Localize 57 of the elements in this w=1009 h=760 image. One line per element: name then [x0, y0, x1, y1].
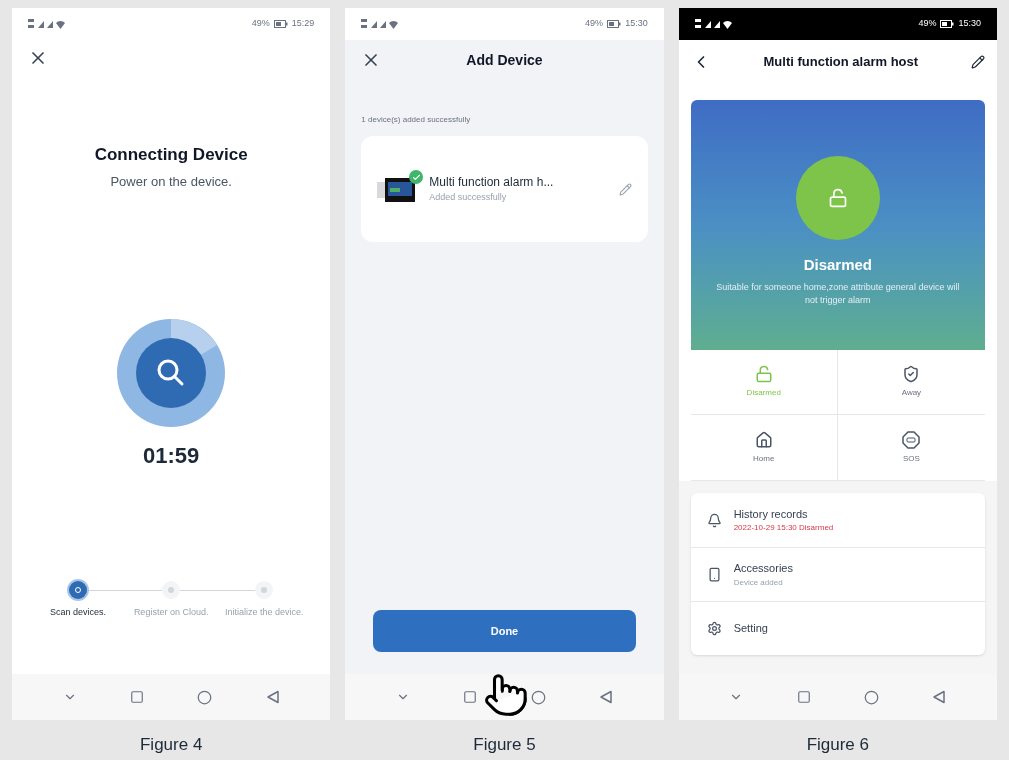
mode-tile[interactable]: SOS — [837, 415, 985, 480]
menu-item-title: Accessories — [733, 561, 793, 577]
step-label: Scan devices. — [50, 606, 106, 618]
menu-item-subtitle: Device added — [733, 576, 784, 589]
home-icon[interactable] — [197, 689, 213, 705]
battery-percent: 49% — [918, 17, 937, 31]
added-count-text: 1 device(s) added successfully — [360, 114, 472, 126]
menu-item[interactable]: Accessories Device added — [690, 547, 985, 601]
battery-icon — [607, 20, 622, 28]
settings-icon — [706, 621, 722, 636]
house-icon — [754, 430, 773, 449]
sos-icon — [902, 430, 921, 449]
status-title: Disarmed — [803, 255, 872, 275]
menu-item-title: History records — [733, 506, 809, 522]
menu-item-subtitle: 2022-10-29 15:30 Disarmed — [733, 522, 834, 535]
edit-icon[interactable] — [970, 55, 985, 69]
screen-title: Multi function alarm host — [763, 53, 919, 72]
signal-icon — [28, 18, 68, 30]
figure-caption: Figure 4 — [138, 734, 204, 756]
device-icon — [706, 567, 722, 582]
screen-subtitle: Power on the device. — [109, 172, 233, 191]
device-card[interactable]: Multi function alarm h... Added successfully — [361, 136, 648, 242]
scanning-ring-icon — [117, 319, 226, 427]
battery-icon — [940, 20, 955, 28]
status-time: 15:30 — [625, 17, 648, 31]
step-label: Initialize the device. — [225, 606, 304, 618]
mode-tile[interactable]: Home — [690, 415, 838, 480]
recents-icon[interactable] — [130, 690, 144, 704]
countdown-timer: 01:59 — [142, 442, 201, 470]
battery-percent: 49% — [251, 17, 270, 31]
unlock-icon — [827, 188, 848, 208]
screen-title: Connecting Device — [93, 144, 249, 166]
status-time: 15:30 — [958, 17, 981, 31]
battery-percent: 49% — [585, 17, 604, 31]
step-label: Register on Cloud. — [133, 606, 209, 618]
home-icon[interactable] — [530, 689, 546, 705]
menu-item[interactable]: Setting — [690, 601, 985, 655]
mode-tile[interactable]: Away — [837, 350, 985, 415]
battery-icon — [273, 20, 288, 28]
home-icon[interactable] — [863, 689, 879, 705]
figure-caption: Figure 6 — [805, 734, 870, 756]
shield-check-icon — [902, 365, 921, 383]
signal-icon — [694, 18, 735, 30]
device-status: Added successfully — [429, 191, 508, 205]
bell-icon — [706, 512, 722, 528]
unlock-icon — [754, 365, 773, 383]
success-badge-icon — [409, 170, 424, 184]
menu-item[interactable]: History records 2022-10-29 15:30 Disarmed — [690, 493, 985, 547]
screen-title: Add Device — [466, 50, 543, 70]
recents-icon[interactable] — [463, 690, 478, 704]
menu-item-title: Setting — [733, 621, 768, 637]
status-time: 15:29 — [291, 17, 315, 31]
recents-icon[interactable] — [796, 690, 811, 704]
device-name: Multi function alarm h... — [429, 174, 555, 192]
status-description: Suitable for someone home,zone attribute general device will not trigger alarm — [715, 280, 961, 307]
done-button[interactable]: Done — [373, 610, 636, 652]
figure-caption: Figure 5 — [472, 734, 537, 756]
